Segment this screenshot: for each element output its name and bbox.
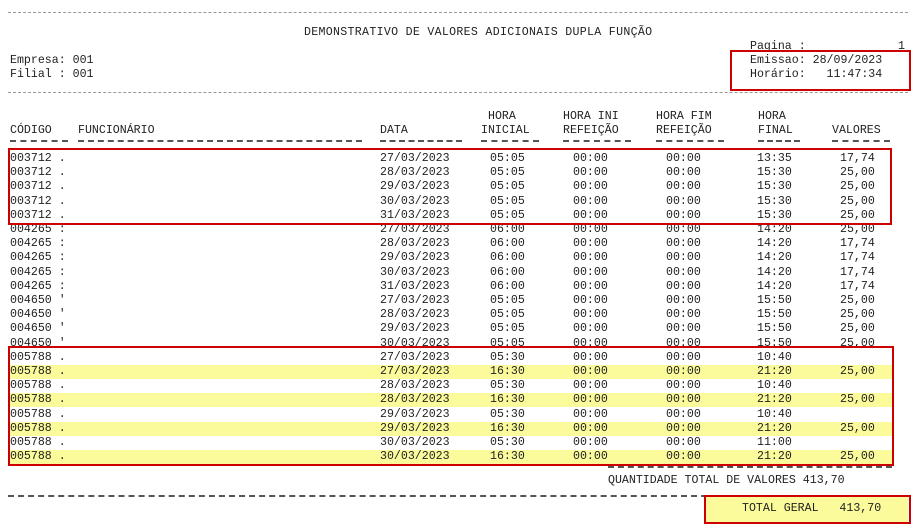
underline-data (380, 140, 462, 142)
cell-hora-final: 14:20 (757, 223, 792, 236)
cell-hora-inicial: 05:05 (490, 322, 525, 336)
cell-hora-inicial: 06:00 (490, 279, 525, 293)
cell-hora-final: 14:20 (757, 279, 792, 293)
col-data: DATA (380, 124, 408, 137)
cell-data: 30/03/2023 (380, 265, 450, 279)
cell-valor: 25,00 (840, 294, 875, 307)
cell-codigo: 004265 : (10, 279, 66, 293)
cell-valor: 25,00 (840, 322, 875, 336)
col-hora-final-1: HORA (758, 110, 786, 123)
cell-hora-ini-ref: 00:00 (573, 279, 608, 293)
cell-hora-inicial: 06:00 (490, 251, 525, 265)
underline-hora-final (758, 140, 800, 142)
cell-hora-fim-ref: 00:00 (666, 279, 701, 293)
cell-codigo: 004650 ' (10, 308, 66, 322)
col-hora-inicial-2: INICIAL (481, 124, 530, 137)
table-row: 004265 : 30/03/2023 06:00 00:00 00:00 14:20 17… (8, 266, 892, 280)
cell-hora-final: 14:20 (757, 237, 792, 251)
cell-data: 29/03/2023 (380, 251, 450, 265)
col-hora-fim-ref-1: HORA FIM (656, 110, 712, 123)
cell-hora-ini-ref: 00:00 (573, 308, 608, 322)
cell-hora-inicial: 06:00 (490, 265, 525, 279)
underline-funcionario (78, 140, 362, 142)
table-row: 004265 : 28/03/2023 06:00 00:00 00:00 14:20 17… (8, 237, 892, 251)
col-hora-inicial-1: HORA (488, 110, 516, 123)
cell-hora-final: 14:20 (757, 265, 792, 279)
top-border (8, 12, 908, 13)
cell-data: 31/03/2023 (380, 279, 450, 293)
annotation-box-005788 (8, 346, 894, 466)
table-row: 004650 ' 27/03/2023 05:05 00:00 00:00 15:50 25… (8, 294, 892, 308)
table-row: 004265 : 31/03/2023 06:00 00:00 00:00 14:20 17… (8, 280, 892, 294)
annotation-box-total-geral (704, 495, 911, 524)
cell-data: 27/03/2023 (380, 294, 450, 307)
cell-hora-ini-ref: 00:00 (573, 223, 608, 236)
underline-hora-inicial (481, 140, 539, 142)
table-row: 004650 ' 28/03/2023 05:05 00:00 00:00 15:50 25… (8, 308, 892, 322)
cell-hora-fim-ref: 00:00 (666, 237, 701, 251)
col-hora-ini-ref-1: HORA INI (563, 110, 619, 123)
cell-hora-final: 14:20 (757, 251, 792, 265)
cell-valor: 17,74 (840, 237, 875, 251)
underline-hora-ini-ref (563, 140, 631, 142)
cell-hora-ini-ref: 00:00 (573, 294, 608, 307)
quantidade-total: QUANTIDADE TOTAL DE VALORES 413,70 (608, 474, 845, 487)
table-row: 004650 ' 29/03/2023 05:05 00:00 00:00 15:50 25… (8, 322, 892, 336)
cell-codigo: 004265 : (10, 237, 66, 251)
cell-codigo: 004265 : (10, 251, 66, 265)
cell-hora-inicial: 06:00 (490, 223, 525, 236)
total-line-short (608, 466, 892, 468)
cell-codigo: 004650 ' (10, 322, 66, 336)
cell-hora-fim-ref: 00:00 (666, 223, 701, 236)
cell-hora-fim-ref: 00:00 (666, 294, 701, 307)
annotation-box-003712 (8, 148, 892, 225)
cell-hora-fim-ref: 00:00 (666, 251, 701, 265)
cell-valor: 25,00 (840, 223, 875, 236)
cell-valor: 17,74 (840, 279, 875, 293)
cell-codigo: 004650 ' (10, 294, 66, 307)
cell-hora-inicial: 06:00 (490, 237, 525, 251)
col-hora-final-2: FINAL (758, 124, 793, 137)
col-hora-ini-ref-2: REFEIÇÃO (563, 124, 619, 137)
table-row: 004265 : 29/03/2023 06:00 00:00 00:00 14:20 17… (8, 251, 892, 265)
cell-hora-ini-ref: 00:00 (573, 322, 608, 336)
cell-hora-ini-ref: 00:00 (573, 237, 608, 251)
cell-hora-final: 15:50 (757, 322, 792, 336)
underline-valores (832, 140, 890, 142)
cell-data: 27/03/2023 (380, 223, 450, 236)
cell-hora-ini-ref: 00:00 (573, 265, 608, 279)
col-codigo: CÓDIGO (10, 124, 52, 137)
cell-hora-final: 15:50 (757, 308, 792, 322)
cell-hora-inicial: 05:05 (490, 308, 525, 322)
cell-data: 29/03/2023 (380, 322, 450, 336)
underline-codigo (10, 140, 68, 142)
col-hora-fim-ref-2: REFEIÇÃO (656, 124, 712, 137)
col-valores: VALORES (832, 124, 881, 137)
annotation-box-emissao (730, 50, 911, 91)
col-funcionario: FUNCIONÁRIO (78, 124, 155, 137)
cell-data: 28/03/2023 (380, 308, 450, 322)
cell-hora-ini-ref: 00:00 (573, 251, 608, 265)
cell-hora-fim-ref: 00:00 (666, 308, 701, 322)
cell-hora-fim-ref: 00:00 (666, 322, 701, 336)
underline-hora-fim-ref (656, 140, 724, 142)
cell-hora-final: 15:50 (757, 294, 792, 307)
filial: Filial : 001 (10, 68, 94, 81)
cell-valor: 17,74 (840, 251, 875, 265)
cell-hora-inicial: 05:05 (490, 294, 525, 307)
cell-codigo: 004265 : (10, 223, 66, 236)
report-title: DEMONSTRATIVO DE VALORES ADICIONAIS DUPL… (304, 26, 653, 39)
cell-valor: 17,74 (840, 265, 875, 279)
cell-hora-fim-ref: 00:00 (666, 265, 701, 279)
cell-valor: 25,00 (840, 308, 875, 322)
empresa: Empresa: 001 (10, 54, 94, 67)
table-row: 004265 : 27/03/2023 06:00 00:00 00:00 14:20 25… (8, 223, 892, 237)
cell-codigo: 004265 : (10, 265, 66, 279)
header-separator (8, 92, 908, 93)
cell-data: 28/03/2023 (380, 237, 450, 251)
